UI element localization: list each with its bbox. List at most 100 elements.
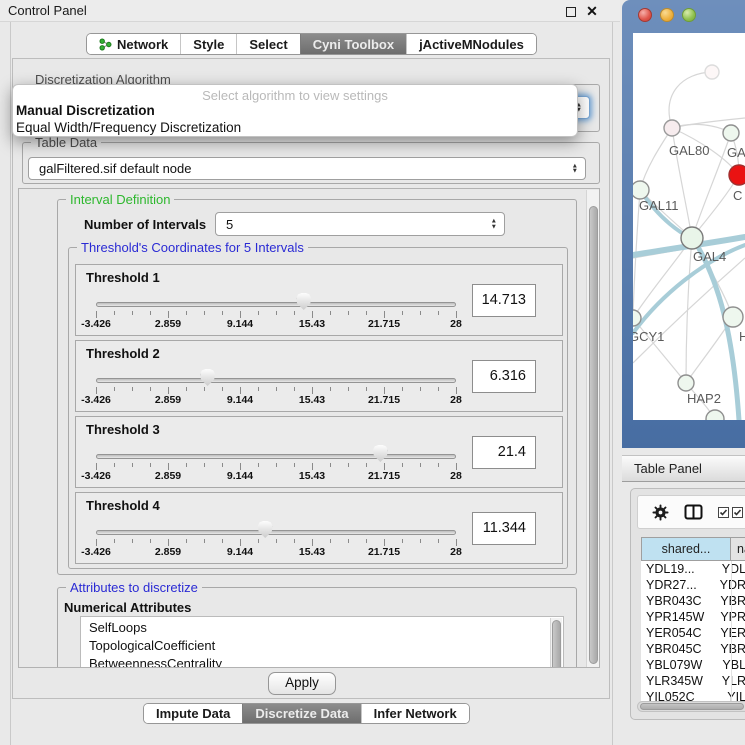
tab-network[interactable]: Network	[87, 34, 180, 54]
network-node[interactable]	[705, 65, 719, 79]
table-panel-title: Table Panel	[634, 461, 702, 476]
threshold-slider[interactable]: -3.4262.8599.14415.4321.71528	[96, 341, 456, 413]
table-row[interactable]: YBR043CYBR0	[641, 593, 745, 609]
attribute-item-betweennesscentrality[interactable]: BetweennessCentrality	[81, 655, 563, 668]
slider-thumb[interactable]	[373, 445, 388, 462]
threshold-value-field[interactable]: 11.344	[472, 512, 536, 545]
network-node-c[interactable]	[729, 165, 745, 185]
tick-label: 9.144	[227, 318, 253, 330]
tick-mark	[132, 311, 133, 315]
tick-mark	[312, 387, 313, 394]
tick-mark	[402, 311, 403, 315]
threshold-slider[interactable]: -3.4262.8599.14415.4321.71528	[96, 493, 456, 565]
network-node-ga[interactable]	[723, 125, 739, 141]
tab-cyni-toolbox[interactable]: Cyni Toolbox	[300, 34, 406, 54]
tick-mark	[330, 311, 331, 315]
table-row[interactable]: YDR27...YDR2	[641, 577, 745, 593]
close-traffic-light[interactable]	[638, 8, 652, 22]
apply-button[interactable]: Apply	[268, 672, 336, 695]
tick-label: 2.859	[155, 318, 181, 330]
tab-impute-data[interactable]: Impute Data	[144, 704, 242, 723]
slider-thumb[interactable]	[296, 293, 311, 310]
tab-label: Network	[117, 37, 168, 52]
threshold-value-field[interactable]: 21.4	[472, 436, 536, 469]
threshold-slider[interactable]: -3.4262.8599.14415.4321.71528	[96, 417, 456, 489]
tick-mark	[204, 387, 205, 391]
close-icon[interactable]: ✕	[584, 0, 600, 22]
dropdown-item-equal-width-frequency-discretization[interactable]: Equal Width/Frequency Discretization	[13, 120, 577, 137]
tick-mark	[168, 463, 169, 470]
column-header-name[interactable]: na	[731, 537, 745, 561]
attribute-item-selfloops[interactable]: SelfLoops	[81, 619, 563, 637]
node-label: GA	[727, 145, 745, 160]
network-canvas[interactable]: GAL80GACGAL11GAL4GCY1HHAP2	[633, 33, 745, 420]
table-horizontal-scrollbar[interactable]	[637, 701, 745, 712]
interval-definition-group: Interval Definition Number of Intervals …	[57, 199, 577, 575]
cell-shared-name: YBL079W	[641, 658, 717, 672]
column-header-shared-name[interactable]: shared...	[641, 537, 731, 561]
network-node-h[interactable]	[723, 307, 743, 327]
table-row[interactable]: YPR145WYPR1	[641, 609, 745, 625]
tab-discretize-data[interactable]: Discretize Data	[242, 704, 360, 723]
table-row[interactable]: YBL079WYBL0	[641, 657, 745, 673]
table-row[interactable]: YIL052CYIL0	[641, 689, 745, 701]
table-data-value: galFiltered.sif default node	[39, 161, 191, 176]
tick-mark	[456, 387, 457, 394]
table-row[interactable]: YBR045CYBR0	[641, 641, 745, 657]
network-node-gal80[interactable]	[664, 120, 680, 136]
table-data-combo[interactable]: galFiltered.sif default node ▲▼	[28, 157, 586, 180]
network-node-hap2[interactable]	[678, 375, 694, 391]
threshold-slider[interactable]: -3.4262.8599.14415.4321.71528	[96, 265, 456, 337]
settings-gear-icon[interactable]	[652, 504, 669, 521]
slider-track[interactable]	[96, 378, 456, 383]
list-scrollbar[interactable]	[550, 618, 562, 668]
network-edge[interactable]	[633, 318, 686, 383]
network-edge[interactable]	[640, 128, 672, 190]
split-columns-icon[interactable]	[684, 504, 703, 520]
numerical-attributes-label: Numerical Attributes	[64, 600, 191, 615]
tick-mark	[330, 387, 331, 391]
tab-style[interactable]: Style	[180, 34, 236, 54]
threshold-value-field[interactable]: 14.713	[472, 284, 536, 317]
zoom-traffic-light[interactable]	[682, 8, 696, 22]
slider-thumb[interactable]	[258, 521, 273, 538]
node-label: C	[733, 188, 742, 203]
num-intervals-combo[interactable]: 5 ▲▼	[215, 212, 505, 236]
tick-mark	[384, 539, 385, 546]
tab-jactivemnodules[interactable]: jActiveMNodules	[406, 34, 536, 54]
slider-track[interactable]	[96, 302, 456, 307]
tick-mark	[114, 311, 115, 315]
checkbox-icon[interactable]	[718, 507, 743, 518]
tick-mark	[438, 539, 439, 543]
attribute-item-topologicalcoefficient[interactable]: TopologicalCoefficient	[81, 637, 563, 655]
network-node-gal4[interactable]	[681, 227, 703, 249]
dropdown-prompt: Select algorithm to view settings	[13, 88, 577, 103]
tick-label: -3.426	[81, 470, 111, 482]
network-node-gal11[interactable]	[633, 181, 649, 199]
threshold-value-field[interactable]: 6.316	[472, 360, 536, 393]
control-panel-titlebar: Control Panel ✕	[0, 0, 620, 22]
network-edge[interactable]	[669, 72, 712, 128]
tick-mark	[168, 539, 169, 546]
table-body: YDL19...YDL1YDR27...YDR2YBR043CYBR0YPR14…	[641, 561, 745, 701]
threshold-panel-3: Threshold 3-3.4262.8599.14415.4321.71528…	[75, 416, 563, 488]
network-node[interactable]	[706, 410, 724, 420]
slider-track[interactable]	[96, 454, 456, 459]
settings-scrollbar[interactable]	[586, 190, 600, 668]
slider-track[interactable]	[96, 530, 456, 535]
cell-shared-name: YDL19...	[641, 562, 717, 576]
slider-thumb[interactable]	[200, 369, 215, 386]
tick-label: 21.715	[368, 470, 400, 482]
tab-infer-network[interactable]: Infer Network	[361, 704, 469, 723]
minimize-traffic-light[interactable]	[660, 8, 674, 22]
table-row[interactable]: YLR345WYLR3	[641, 673, 745, 689]
tick-mark	[96, 387, 97, 394]
group-title: Attributes to discretize	[66, 580, 202, 595]
tab-select[interactable]: Select	[236, 34, 299, 54]
table-row[interactable]: YER054CYER0	[641, 625, 745, 641]
table-row[interactable]: YDL19...YDL1	[641, 561, 745, 577]
float-window-icon[interactable]	[566, 7, 576, 17]
network-edge[interactable]	[692, 175, 739, 238]
dropdown-item-manual-discretization[interactable]: Manual Discretization	[13, 103, 577, 120]
tick-label: 2.859	[155, 394, 181, 406]
